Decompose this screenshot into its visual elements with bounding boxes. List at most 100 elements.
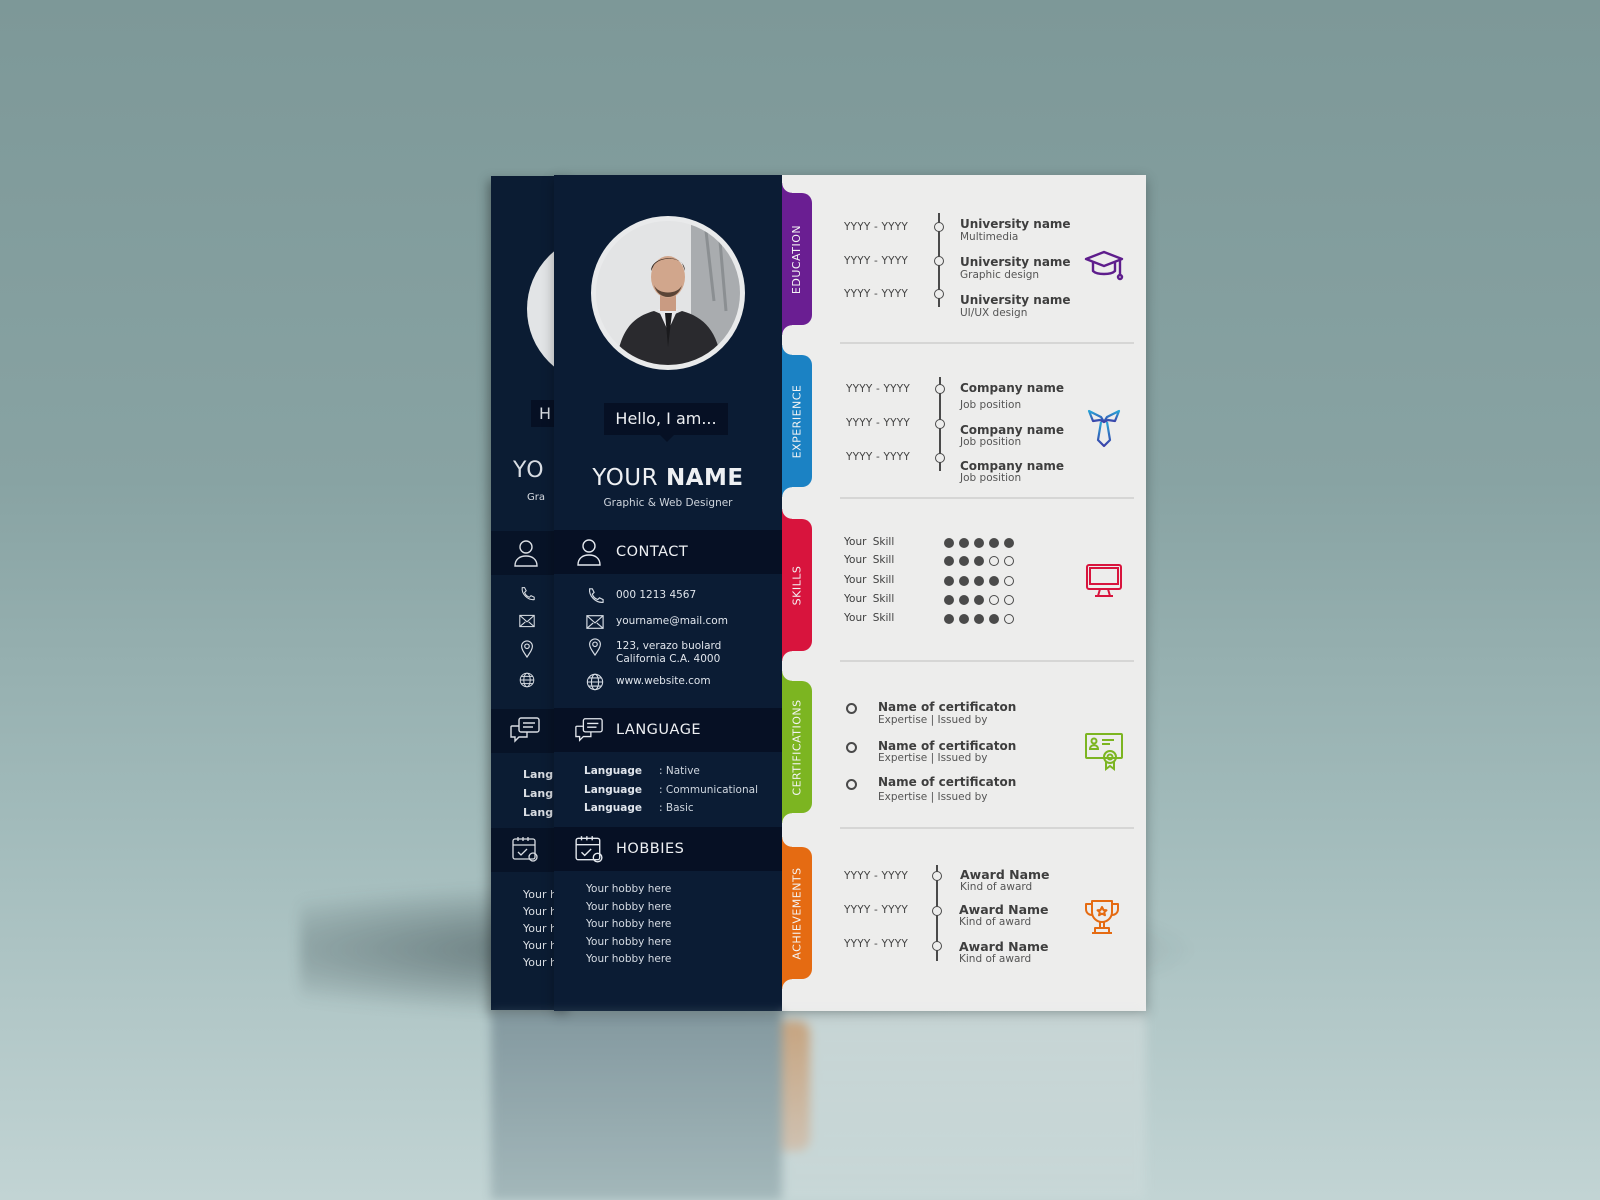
certification-issuer: Expertise | Issued by [878, 714, 988, 726]
timeline-dot [935, 419, 945, 429]
date-range: YYYY - YYYY [844, 221, 908, 233]
tab-label: SKILLS [790, 565, 804, 605]
contact-header: CONTACT [554, 530, 782, 574]
language-item: Language : Native [584, 765, 700, 777]
certification-issuer: Expertise | Issued by [878, 791, 988, 803]
skill-name: Your Skill [844, 554, 895, 566]
skill-rating [944, 576, 1014, 586]
skill-dot-filled [974, 595, 984, 605]
phone-icon [589, 588, 604, 603]
skill-dot-filled [989, 614, 999, 624]
timeline-dot [934, 256, 944, 266]
language-level: : Native [659, 765, 700, 777]
hobbies-title: HOBBIES [616, 841, 685, 857]
award-kind: Kind of award [959, 916, 1032, 928]
address: 123, verazo buolard California C.A. 4000 [616, 638, 721, 666]
date-range: YYYY - YYYY [844, 938, 908, 950]
section-divider [840, 660, 1134, 662]
reflection-dark [491, 1011, 782, 1200]
skill-dot-filled [944, 595, 954, 605]
tab-education: EDUCATION [782, 183, 812, 335]
location-pin-icon [589, 638, 601, 656]
back-location-icon [521, 640, 533, 658]
language-item: Language : Communicational [584, 784, 758, 796]
back-person-icon [514, 540, 538, 567]
date-range: YYYY - YYYY [844, 255, 908, 267]
company-name: Company name [960, 423, 1065, 437]
skill-dot-empty [1004, 576, 1014, 586]
certification-name: Name of certificaton [878, 775, 1017, 789]
timeline-dot [932, 941, 942, 951]
certification-bullet [846, 703, 857, 714]
sheet-reflection [491, 1011, 1146, 1200]
skill-dot-filled [944, 614, 954, 624]
greeting-bubble: Hello, I am... [604, 403, 728, 442]
date-range: YYYY - YYYY [846, 417, 910, 429]
skill-dot-filled [959, 538, 969, 548]
back-name-fragment: YO [513, 458, 545, 483]
back-mail-icon [519, 614, 535, 628]
contact-address: 123, verazo buolard California C.A. 4000 [586, 638, 721, 666]
contact-website: www.website.com [586, 673, 711, 691]
globe-icon [586, 673, 604, 691]
degree: UI/UX design [960, 307, 1028, 319]
timeline-dot [935, 384, 945, 394]
skill-name: Your Skill [844, 536, 895, 548]
hobby-item: Your hobby here [586, 883, 672, 895]
person-photo-illustration [596, 221, 740, 365]
last-name: NAME [665, 465, 744, 491]
tab-achievements: ACHIEVEMENTS [782, 837, 812, 989]
date-range: YYYY - YYYY [846, 451, 910, 463]
skill-dot-filled [974, 614, 984, 624]
trophy-icon [1085, 900, 1119, 934]
phone-number: 000 1213 4567 [616, 589, 697, 601]
address-line-1: 123, verazo buolard [616, 640, 722, 652]
contact-phone: 000 1213 4567 [586, 587, 696, 605]
address-line-2: California C.A. 4000 [616, 653, 721, 665]
skill-dot-filled [959, 556, 969, 566]
skill-dot-filled [959, 576, 969, 586]
resume-sheet: Hello, I am... YOUR NAME Graphic & Web D… [554, 175, 1146, 1011]
first-name: YOUR [592, 465, 659, 491]
skill-dot-filled [944, 538, 954, 548]
certification-issuer: Expertise | Issued by [878, 752, 988, 764]
degree: Graphic design [960, 269, 1040, 281]
skill-name: Your Skill [844, 593, 895, 605]
tab-experience: EXPERIENCE [782, 345, 812, 497]
skill-dot-filled [959, 595, 969, 605]
job-position: Job position [960, 472, 1022, 484]
language-name: Language [584, 802, 642, 814]
person-icon [577, 539, 601, 566]
back-role-fragment: Gra [527, 492, 545, 503]
skill-dot-filled [944, 576, 954, 586]
date-range: YYYY - YYYY [844, 904, 908, 916]
back-hobby-fragment: Your h [523, 956, 557, 969]
profile-photo [591, 216, 745, 370]
university-name: University name [960, 217, 1071, 231]
date-range: YYYY - YYYY [844, 870, 908, 882]
award-kind: Kind of award [960, 881, 1033, 893]
skill-dot-filled [1004, 538, 1014, 548]
language-name: Language [584, 784, 642, 796]
certification-name: Name of certificaton [878, 739, 1017, 753]
graduation-cap-icon [1084, 250, 1124, 281]
timeline-dot [932, 906, 942, 916]
hobbies-header: HOBBIES [554, 827, 782, 871]
language-item: Language : Basic [584, 802, 694, 814]
back-hobby-fragment: Your h [523, 922, 557, 935]
contact-email: yourname@mail.com [586, 613, 728, 631]
language-level: : Basic [659, 802, 694, 814]
back-phone-icon [521, 587, 535, 601]
website-url: www.website.com [616, 675, 711, 687]
tab-label: EXPERIENCE [790, 384, 804, 458]
tab-certifications: CERTIFICATIONS [782, 671, 812, 823]
university-name: University name [960, 255, 1071, 269]
award-name: Award Name [960, 867, 1050, 882]
language-title: LANGUAGE [616, 722, 702, 738]
skill-dot-filled [989, 538, 999, 548]
skill-dot-filled [974, 538, 984, 548]
skill-dot-filled [974, 576, 984, 586]
timeline-dot [934, 222, 944, 232]
date-range: YYYY - YYYY [846, 383, 910, 395]
email-address: yourname@mail.com [616, 615, 728, 627]
